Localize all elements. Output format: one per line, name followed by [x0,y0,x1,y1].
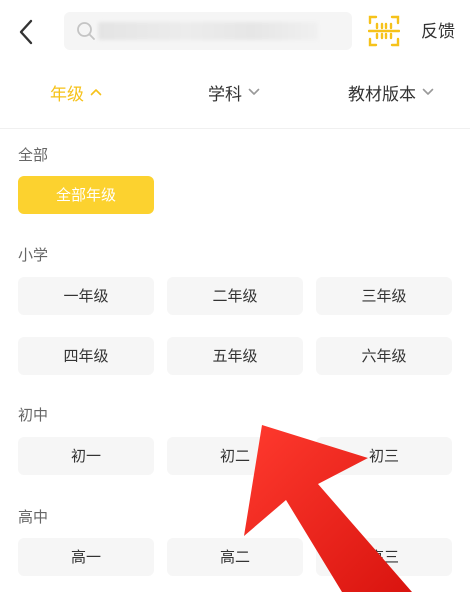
filter-tab-subject[interactable]: 学科 [208,74,260,110]
scan-button[interactable] [367,14,401,48]
filter-tab-grade[interactable]: 年级 [50,74,102,110]
filter-bar: 年级 学科 教材版本 [0,64,470,120]
grade-option-senior-1[interactable]: 高一 [18,538,154,576]
grade-option-junior-1[interactable]: 初一 [18,437,154,475]
divider [0,128,470,129]
chevron-up-icon [90,89,102,96]
search-icon [77,22,95,40]
grade-option-primary-2[interactable]: 二年级 [167,277,303,315]
filter-tab-label: 教材版本 [348,84,416,105]
grade-option-primary-5[interactable]: 五年级 [167,337,303,375]
grade-option-primary-3[interactable]: 三年级 [316,277,452,315]
section-title-senior: 高中 [18,508,49,526]
search-box[interactable] [64,12,352,50]
section-title-junior: 初中 [18,406,49,424]
grade-option-senior-2[interactable]: 高二 [167,538,303,576]
chevron-down-icon [422,88,434,95]
chevron-left-icon [19,19,33,45]
grade-option-junior-3[interactable]: 初三 [316,437,452,475]
filter-tab-label: 年级 [50,84,84,105]
grade-filter-page: 反馈 年级 学科 教材版本 全部 全部年级 小学 一年级 二年级 三年级 四年级… [0,0,470,592]
grade-option-all[interactable]: 全部年级 [18,176,154,214]
back-button[interactable] [10,14,42,50]
grade-option-primary-1[interactable]: 一年级 [18,277,154,315]
section-title-all: 全部 [18,146,49,164]
grade-option-primary-6[interactable]: 六年级 [316,337,452,375]
top-bar: 反馈 [0,0,470,64]
feedback-button[interactable]: 反馈 [412,18,464,46]
grade-option-senior-3[interactable]: 高三 [316,538,452,576]
chevron-down-icon [248,88,260,95]
grade-option-junior-2[interactable]: 初二 [167,437,303,475]
section-title-primary: 小学 [18,246,49,264]
filter-tab-textbook[interactable]: 教材版本 [348,74,434,110]
scan-icon [367,15,401,47]
search-input[interactable] [102,16,342,46]
filter-tab-label: 学科 [208,84,242,105]
grade-option-primary-4[interactable]: 四年级 [18,337,154,375]
